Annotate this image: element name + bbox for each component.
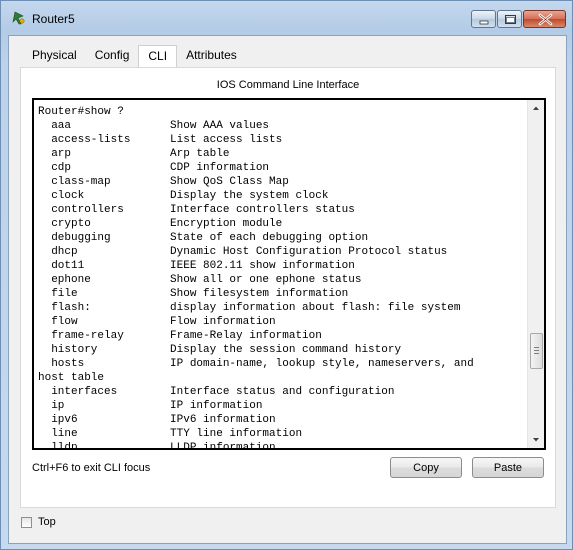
- terminal-line: ip IP information: [38, 400, 263, 412]
- maximize-button[interactable]: [497, 10, 522, 28]
- scrollbar-thumb[interactable]: [530, 333, 543, 369]
- cli-terminal[interactable]: Router#write Router#show ? aaa Show AAA v…: [32, 98, 546, 450]
- terminal-line: access-lists List access lists: [38, 134, 283, 146]
- focus-hint: Ctrl+F6 to exit CLI focus: [32, 462, 151, 474]
- terminal-line: aaa Show AAA values: [38, 120, 270, 132]
- tab-label: Config: [94, 48, 130, 62]
- terminal-line: flash: display information about flash: …: [38, 302, 461, 314]
- close-icon: [538, 13, 553, 26]
- panel-heading: IOS Command Line Interface: [216, 79, 360, 91]
- terminal-line: host table: [38, 372, 105, 384]
- tab-attributes[interactable]: Attributes: [177, 45, 246, 67]
- terminal-line: ipv6 IPv6 information: [38, 414, 276, 426]
- terminal-output[interactable]: Router#write Router#show ? aaa Show AAA v…: [38, 98, 522, 450]
- tab-bar: Physical Config CLI Attributes: [23, 45, 246, 70]
- window-title: Router5: [32, 12, 75, 26]
- grip-line: [534, 353, 539, 354]
- terminal-line: file Show filesystem information: [38, 288, 349, 300]
- title-bar[interactable]: Router5: [1, 1, 572, 35]
- minimize-button[interactable]: [471, 10, 496, 28]
- terminal-line: hosts IP domain-name, lookup style, name…: [38, 358, 474, 370]
- tab-label: Physical: [32, 48, 77, 62]
- router-window: Router5 Physical Config CLI Attributes I…: [0, 0, 573, 550]
- terminal-line: interfaces Interface status and configur…: [38, 386, 395, 398]
- chevron-up-icon: [533, 106, 539, 110]
- terminal-line: line TTY line information: [38, 428, 303, 440]
- tab-label: CLI: [148, 49, 168, 63]
- terminal-line: dhcp Dynamic Host Configuration Protocol…: [38, 246, 448, 258]
- tab-config[interactable]: Config: [86, 45, 139, 67]
- terminal-line: clock Display the system clock: [38, 190, 329, 202]
- maximize-icon: [505, 15, 516, 24]
- terminal-line: debugging State of each debugging option: [38, 232, 369, 244]
- cli-panel: IOS Command Line Interface Router#write R…: [20, 67, 556, 508]
- top-checkbox-label: Top: [38, 516, 56, 528]
- terminal-line: flow Flow information: [38, 316, 276, 328]
- window-controls: [470, 10, 566, 28]
- grip-line: [534, 347, 539, 348]
- terminal-line: lldp LLDP information: [38, 442, 276, 450]
- terminal-line: history Display the session command hist…: [38, 344, 402, 356]
- terminal-scrollbar[interactable]: [527, 100, 544, 448]
- scroll-up-button[interactable]: [528, 100, 544, 117]
- terminal-line: arp Arp table: [38, 148, 230, 160]
- minimize-icon: [479, 20, 489, 25]
- top-checkbox[interactable]: [21, 516, 32, 528]
- tab-cli[interactable]: CLI: [138, 45, 178, 70]
- packet-tracer-icon: [12, 11, 25, 25]
- terminal-line: ephone Show all or one ephone status: [38, 274, 362, 286]
- grip-line: [534, 350, 539, 351]
- terminal-line: cdp CDP information: [38, 162, 270, 174]
- tab-physical[interactable]: Physical: [23, 45, 86, 67]
- chevron-down-icon: [533, 438, 539, 442]
- terminal-line: controllers Interface controllers status: [38, 204, 355, 216]
- terminal-line: dot11 IEEE 802.11 show information: [38, 260, 355, 272]
- terminal-line: Router#write: [38, 98, 118, 104]
- terminal-line: Router#show ?: [38, 106, 124, 118]
- terminal-line: frame-relay Frame-Relay information: [38, 330, 322, 342]
- paste-button[interactable]: Paste: [472, 457, 544, 478]
- tab-label: Attributes: [186, 48, 237, 62]
- copy-button[interactable]: Copy: [390, 457, 462, 478]
- terminal-line: class-map Show QoS Class Map: [38, 176, 289, 188]
- window-content: Physical Config CLI Attributes IOS Comma…: [8, 35, 567, 544]
- close-button[interactable]: [523, 10, 566, 28]
- terminal-line: crypto Encryption module: [38, 218, 283, 230]
- scroll-down-button[interactable]: [528, 431, 544, 448]
- top-option[interactable]: Top: [21, 516, 56, 528]
